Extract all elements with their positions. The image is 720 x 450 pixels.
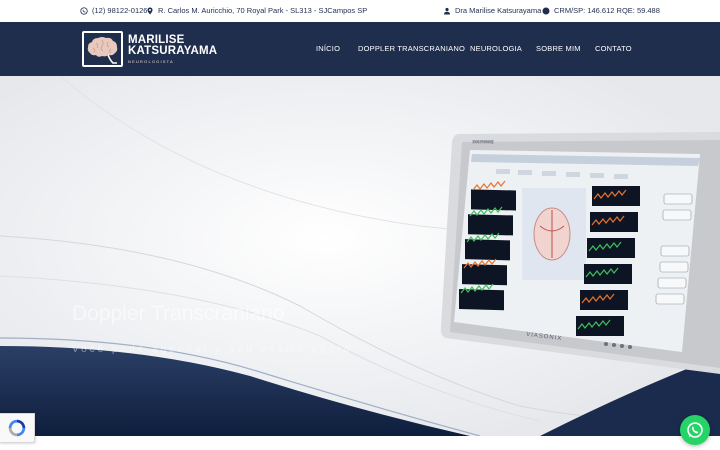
nav-item-doppler[interactable]: DOPPLER TRANSCRANIANO <box>358 44 465 53</box>
site-logo[interactable]: MARILISE KATSURAYAMA NEUROLOGISTA <box>82 31 217 67</box>
address-text: R. Carlos M. Auricchio, 70 Royal Park - … <box>158 6 368 15</box>
hero-background <box>0 76 720 436</box>
hero-subtitle: Você pode agendar o seu exame agora <box>72 344 353 355</box>
monitor-model: DOLPHIN/IQ <box>472 140 495 144</box>
nav-item-contato[interactable]: CONTATO <box>595 44 632 53</box>
nav-item-neurologia[interactable]: NEUROLOGIA <box>470 44 522 53</box>
logo-line2: KATSURAYAMA <box>128 45 218 57</box>
circle-icon <box>542 7 550 14</box>
phone-info[interactable]: (12) 98122-0126 <box>80 6 147 15</box>
hero-title: Doppler Transcraniano <box>72 302 285 325</box>
crm-info: CRM/SP: 146.612 RQE: 59.488 <box>542 6 660 15</box>
whatsapp-icon <box>687 422 703 438</box>
brain-icon <box>87 37 118 64</box>
doctor-text: Dra Marilise Katsurayama <box>455 6 542 15</box>
address-info: R. Carlos M. Auricchio, 70 Royal Park - … <box>146 6 367 15</box>
nav-item-inicio[interactable]: INÍCIO <box>316 44 340 53</box>
doppler-monitor-image <box>440 132 720 374</box>
hero-banner: VIASONIX DOLPHIN/IQ Doppler Transcranian… <box>0 76 720 436</box>
logo-tagline: NEUROLOGISTA <box>128 58 174 64</box>
whatsapp-icon <box>80 6 88 15</box>
main-navbar: MARILISE KATSURAYAMA NEUROLOGISTA INÍCIO… <box>0 22 720 76</box>
top-info-bar: (12) 98122-0126 R. Carlos M. Auricchio, … <box>0 0 720 22</box>
page-bottom-strip <box>0 436 720 450</box>
recaptcha-badge[interactable] <box>0 413 35 443</box>
user-icon <box>444 7 450 14</box>
logo-mark <box>82 31 123 67</box>
recaptcha-icon <box>8 419 26 437</box>
phone-text: (12) 98122-0126 <box>92 6 148 15</box>
map-pin-icon <box>147 7 153 14</box>
whatsapp-float-button[interactable] <box>680 415 710 445</box>
doctor-info: Dra Marilise Katsurayama <box>443 6 541 15</box>
crm-text: CRM/SP: 146.612 RQE: 59.488 <box>554 6 660 15</box>
nav-item-sobre-mim[interactable]: SOBRE MIM <box>536 44 581 53</box>
